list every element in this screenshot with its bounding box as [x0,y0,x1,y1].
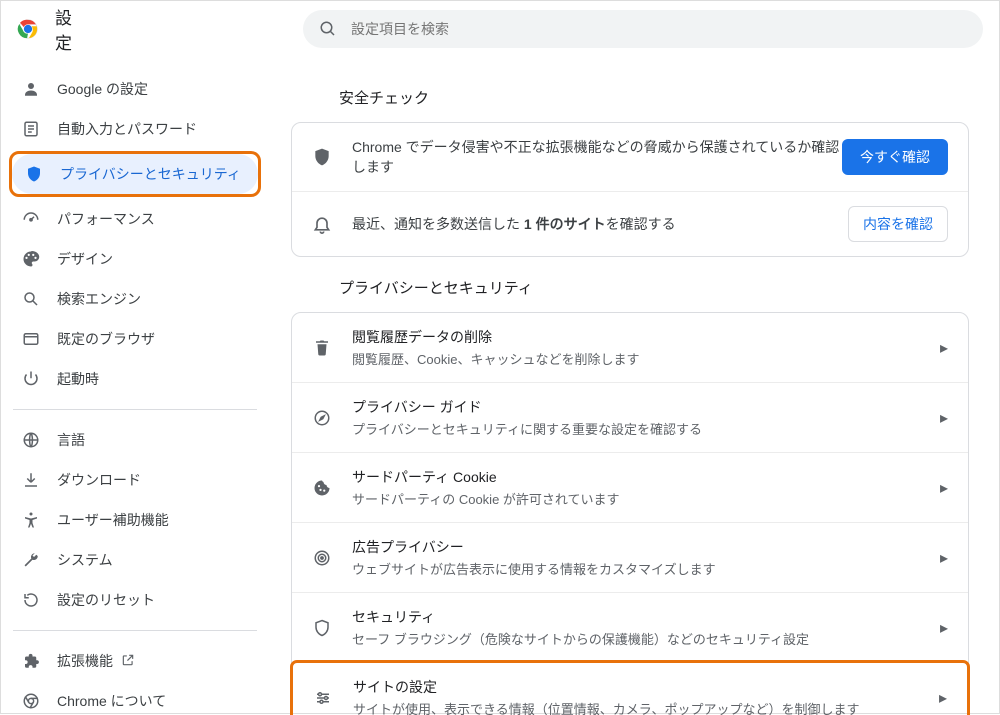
autofill-icon [21,119,41,139]
safety-notifications-text: 最近、通知を多数送信した 1 件のサイトを確認する [352,214,848,234]
puzzle-icon [21,651,41,671]
sidebar-item-extensions[interactable]: 拡張機能 [9,641,261,681]
privacy-item-ads[interactable]: 広告プライバシー ウェブサイトが広告表示に使用する情報をカスタマイズします ▸ [292,522,968,592]
chevron-right-icon: ▸ [940,548,948,568]
chevron-right-icon: ▸ [940,338,948,358]
search-box[interactable] [303,10,983,48]
sidebar-item-autofill[interactable]: 自動入力とパスワード [9,109,261,149]
sidebar-item-privacy[interactable]: プライバシーとセキュリティ [12,154,258,194]
sidebar-label: デザイン [57,249,113,269]
sidebar-label: 言語 [57,430,85,450]
chevron-right-icon: ▸ [940,618,948,638]
privacy-list-card: 閲覧履歴データの削除 閲覧履歴、Cookie、キャッシュなどを削除します ▸ プ… [291,312,969,715]
bell-icon [312,214,332,234]
globe-icon [21,430,41,450]
privacy-item-security[interactable]: セキュリティ セーフ ブラウジング（危険なサイトからの保護機能）などのセキュリテ… [292,592,968,662]
review-button[interactable]: 内容を確認 [848,206,948,242]
page-title: 設定 [55,4,83,54]
list-title: 閲覧履歴データの削除 [352,327,928,347]
sidebar-label: Chrome について [57,691,166,711]
reset-icon [21,590,41,610]
sidebar-item-language[interactable]: 言語 [9,420,261,460]
list-sub: プライバシーとセキュリティに関する重要な設定を確認する [352,419,928,438]
list-sub: セーフ ブラウジング（危険なサイトからの保護機能）などのセキュリティ設定 [352,629,928,648]
shield-icon [24,164,44,184]
sidebar-label: ダウンロード [57,470,141,490]
trash-icon [312,338,332,358]
sidebar-item-downloads[interactable]: ダウンロード [9,460,261,500]
safety-protection-text: Chrome でデータ侵害や不正な拡張機能などの脅威から保護されているか確認しま… [352,137,842,177]
sidebar-label: システム [57,550,113,570]
chevron-right-icon: ▸ [940,478,948,498]
speed-icon [21,209,41,229]
sidebar-item-google[interactable]: Google の設定 [9,69,261,109]
privacy-item-clear-data[interactable]: 閲覧履歴データの削除 閲覧履歴、Cookie、キャッシュなどを削除します ▸ [292,313,968,382]
privacy-item-cookies[interactable]: サードパーティ Cookie サードパーティの Cookie が許可されています… [292,452,968,522]
list-sub: 閲覧履歴、Cookie、キャッシュなどを削除します [352,349,928,368]
privacy-item-guide[interactable]: プライバシー ガイド プライバシーとセキュリティに関する重要な設定を確認する ▸ [292,382,968,452]
ads-icon [312,548,332,568]
tune-icon [313,688,333,708]
sidebar-label: 起動時 [57,369,99,389]
sidebar-label: 検索エンジン [57,289,141,309]
search-icon [319,20,337,38]
app-header: 設定 [1,1,999,57]
sidebar-highlight: プライバシーとセキュリティ [9,151,261,197]
sidebar-label: プライバシーとセキュリティ [60,164,241,184]
download-icon [21,470,41,490]
list-title: サイトの設定 [353,677,927,697]
person-icon [21,79,41,99]
search-icon [21,289,41,309]
safety-row-notifications: 最近、通知を多数送信した 1 件のサイトを確認する 内容を確認 [292,191,968,256]
sidebar-item-accessibility[interactable]: ユーザー補助機能 [9,500,261,540]
external-link-icon [121,653,135,670]
palette-icon [21,249,41,269]
list-sub: ウェブサイトが広告表示に使用する情報をカスタマイズします [352,559,928,578]
sidebar: Google の設定 自動入力とパスワード プライバシーとセキュリティ パフォー… [1,57,269,715]
safety-check-title: 安全チェック [339,87,969,108]
chevron-right-icon: ▸ [940,408,948,428]
sidebar-item-performance[interactable]: パフォーマンス [9,199,261,239]
accessibility-icon [21,510,41,530]
search-input[interactable] [351,21,967,37]
sidebar-item-reset[interactable]: 設定のリセット [9,580,261,620]
chrome-logo-icon [17,17,39,41]
sidebar-label: パフォーマンス [57,209,155,229]
list-title: サードパーティ Cookie [352,467,928,487]
list-sub: サイトが使用、表示できる情報（位置情報、カメラ、ポップアップなど）を制御します [353,699,927,715]
sidebar-item-search-engine[interactable]: 検索エンジン [9,279,261,319]
privacy-section-title: プライバシーとセキュリティ [339,277,969,298]
power-icon [21,369,41,389]
list-sub: サードパーティの Cookie が許可されています [352,489,928,508]
sidebar-label: Google の設定 [57,79,148,99]
sidebar-label: 拡張機能 [57,651,113,671]
sidebar-item-system[interactable]: システム [9,540,261,580]
chevron-right-icon: ▸ [939,688,947,708]
safety-check-card: Chrome でデータ侵害や不正な拡張機能などの脅威から保護されているか確認しま… [291,122,969,257]
list-title: プライバシー ガイド [352,397,928,417]
sidebar-item-about[interactable]: Chrome について [9,681,261,715]
sidebar-divider [13,630,257,631]
wrench-icon [21,550,41,570]
chrome-icon [21,691,41,711]
safety-row-protection: Chrome でデータ侵害や不正な拡張機能などの脅威から保護されているか確認しま… [292,123,968,191]
shield-icon [312,147,332,167]
sidebar-label: 設定のリセット [57,590,155,610]
privacy-item-site-settings[interactable]: サイトの設定 サイトが使用、表示できる情報（位置情報、カメラ、ポップアップなど）… [290,660,970,715]
sidebar-label: ユーザー補助機能 [57,510,169,530]
cookie-icon [312,478,332,498]
sidebar-item-startup[interactable]: 起動時 [9,359,261,399]
shield-icon [312,618,332,638]
check-now-button[interactable]: 今すぐ確認 [842,139,948,175]
sidebar-divider [13,409,257,410]
sidebar-item-design[interactable]: デザイン [9,239,261,279]
sidebar-label: 既定のブラウザ [57,329,155,349]
sidebar-item-default-browser[interactable]: 既定のブラウザ [9,319,261,359]
compass-icon [312,408,332,428]
content-area: 安全チェック Chrome でデータ侵害や不正な拡張機能などの脅威から保護されて… [269,57,999,715]
list-title: 広告プライバシー [352,537,928,557]
browser-icon [21,329,41,349]
sidebar-label: 自動入力とパスワード [57,119,197,139]
list-title: セキュリティ [352,607,928,627]
